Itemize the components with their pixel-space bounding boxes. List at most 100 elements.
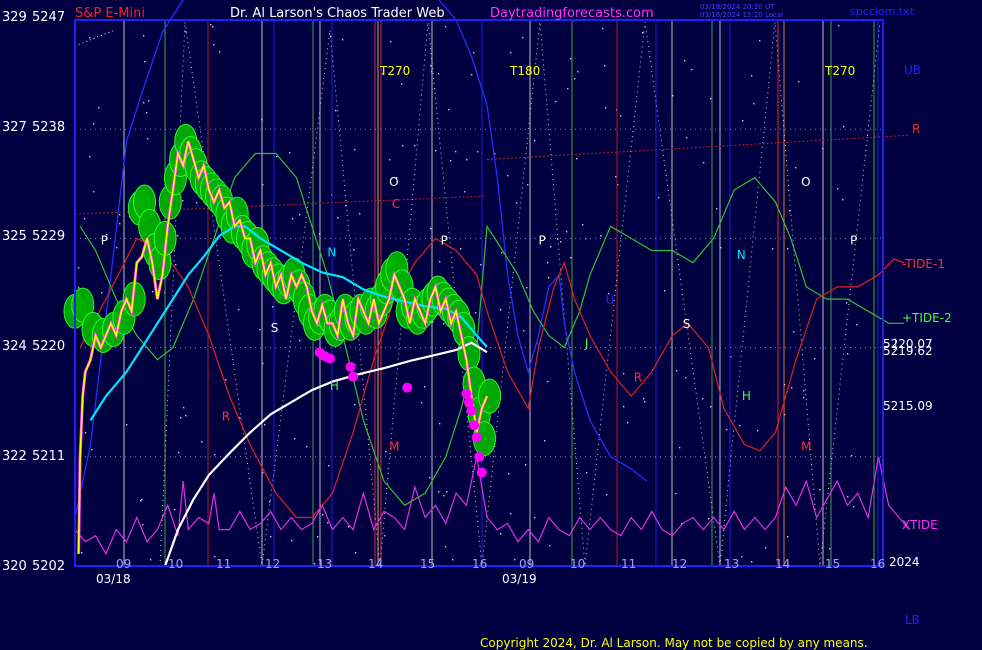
star [582,224,584,226]
star [837,188,839,190]
line-letter: P [539,233,546,247]
price-label: 5229 [32,229,65,244]
star [555,101,557,103]
star [605,107,607,109]
star [604,65,606,67]
star [212,26,214,28]
legend-r: R [912,122,920,136]
x-tick: 15 [420,557,435,571]
timestamp-local: 03/18/2024 15:20 Local [700,11,783,19]
line-letter: M [389,440,399,454]
star [576,158,578,160]
last-price: 5215.09 [883,399,933,413]
star [98,107,100,109]
copyright-notice: Copyright 2024, Dr. Al Larson. May not b… [480,636,868,650]
star [751,561,753,563]
star [85,432,87,434]
star [402,145,404,147]
magenta-dot [471,432,482,443]
star [116,247,118,249]
x-tick: 13 [317,557,332,571]
star [126,424,128,426]
line-letter: M [801,440,811,454]
star [795,167,797,169]
star [819,489,821,491]
star [101,292,103,294]
price-label: 5211 [32,449,65,464]
star [455,151,457,153]
star [477,151,479,153]
star [185,31,187,33]
star [78,287,80,289]
timestamp-ut: 03/18/2024 20:20 UT [700,3,775,11]
line-letter: N [737,248,746,262]
chart-background [0,0,982,650]
magenta-dot [345,362,356,373]
star [294,438,296,440]
star [739,425,741,427]
star [452,559,454,561]
geo-label: 327 [2,120,27,135]
cycle-label: T270 [824,64,855,78]
star [684,60,686,62]
star [480,264,482,266]
star [620,115,622,117]
star [566,231,568,233]
price-label: 5247 [32,10,65,25]
star [574,78,576,80]
star [91,449,93,451]
star [180,417,182,419]
star [359,213,361,215]
star [550,246,552,248]
star [842,199,844,201]
star [450,160,452,162]
star [500,533,502,535]
star [471,74,473,76]
star [178,452,180,454]
last-price-white: 5219.62 [883,344,933,358]
star [742,120,744,122]
star [522,37,524,39]
year-label: 2024 [889,555,920,569]
star [685,377,687,379]
star [443,323,445,325]
line-letter: P [101,233,108,247]
star [703,162,705,164]
x-tick: 16 [870,557,885,571]
line-letter: C [392,197,400,211]
star [213,44,215,46]
star [702,398,704,400]
star [269,501,271,503]
magenta-dot [402,382,413,393]
x-tick: 11 [621,557,636,571]
magenta-dot [461,388,472,399]
star [615,176,617,178]
geo-label: 324 [2,339,27,354]
star [526,287,528,289]
star [430,65,432,67]
star [424,386,426,388]
star [606,494,608,496]
star [150,559,152,561]
x-tick: 09 [116,557,131,571]
line-letter: N [327,246,336,260]
star [658,197,660,199]
star [549,545,551,547]
star [429,477,431,479]
star [501,252,503,254]
star [225,379,227,381]
star [675,493,677,495]
star [390,41,392,43]
date-label: 03/18 [96,572,131,586]
star [272,306,274,308]
star [741,556,743,558]
star [676,370,678,372]
star [264,424,266,426]
star [846,302,848,304]
star [430,228,432,230]
star [803,390,805,392]
star [473,52,475,54]
instrument-label: S&P E-Mini [75,6,145,21]
site-link[interactable]: Daytradingforecasts.com [490,6,654,21]
star [414,145,416,147]
